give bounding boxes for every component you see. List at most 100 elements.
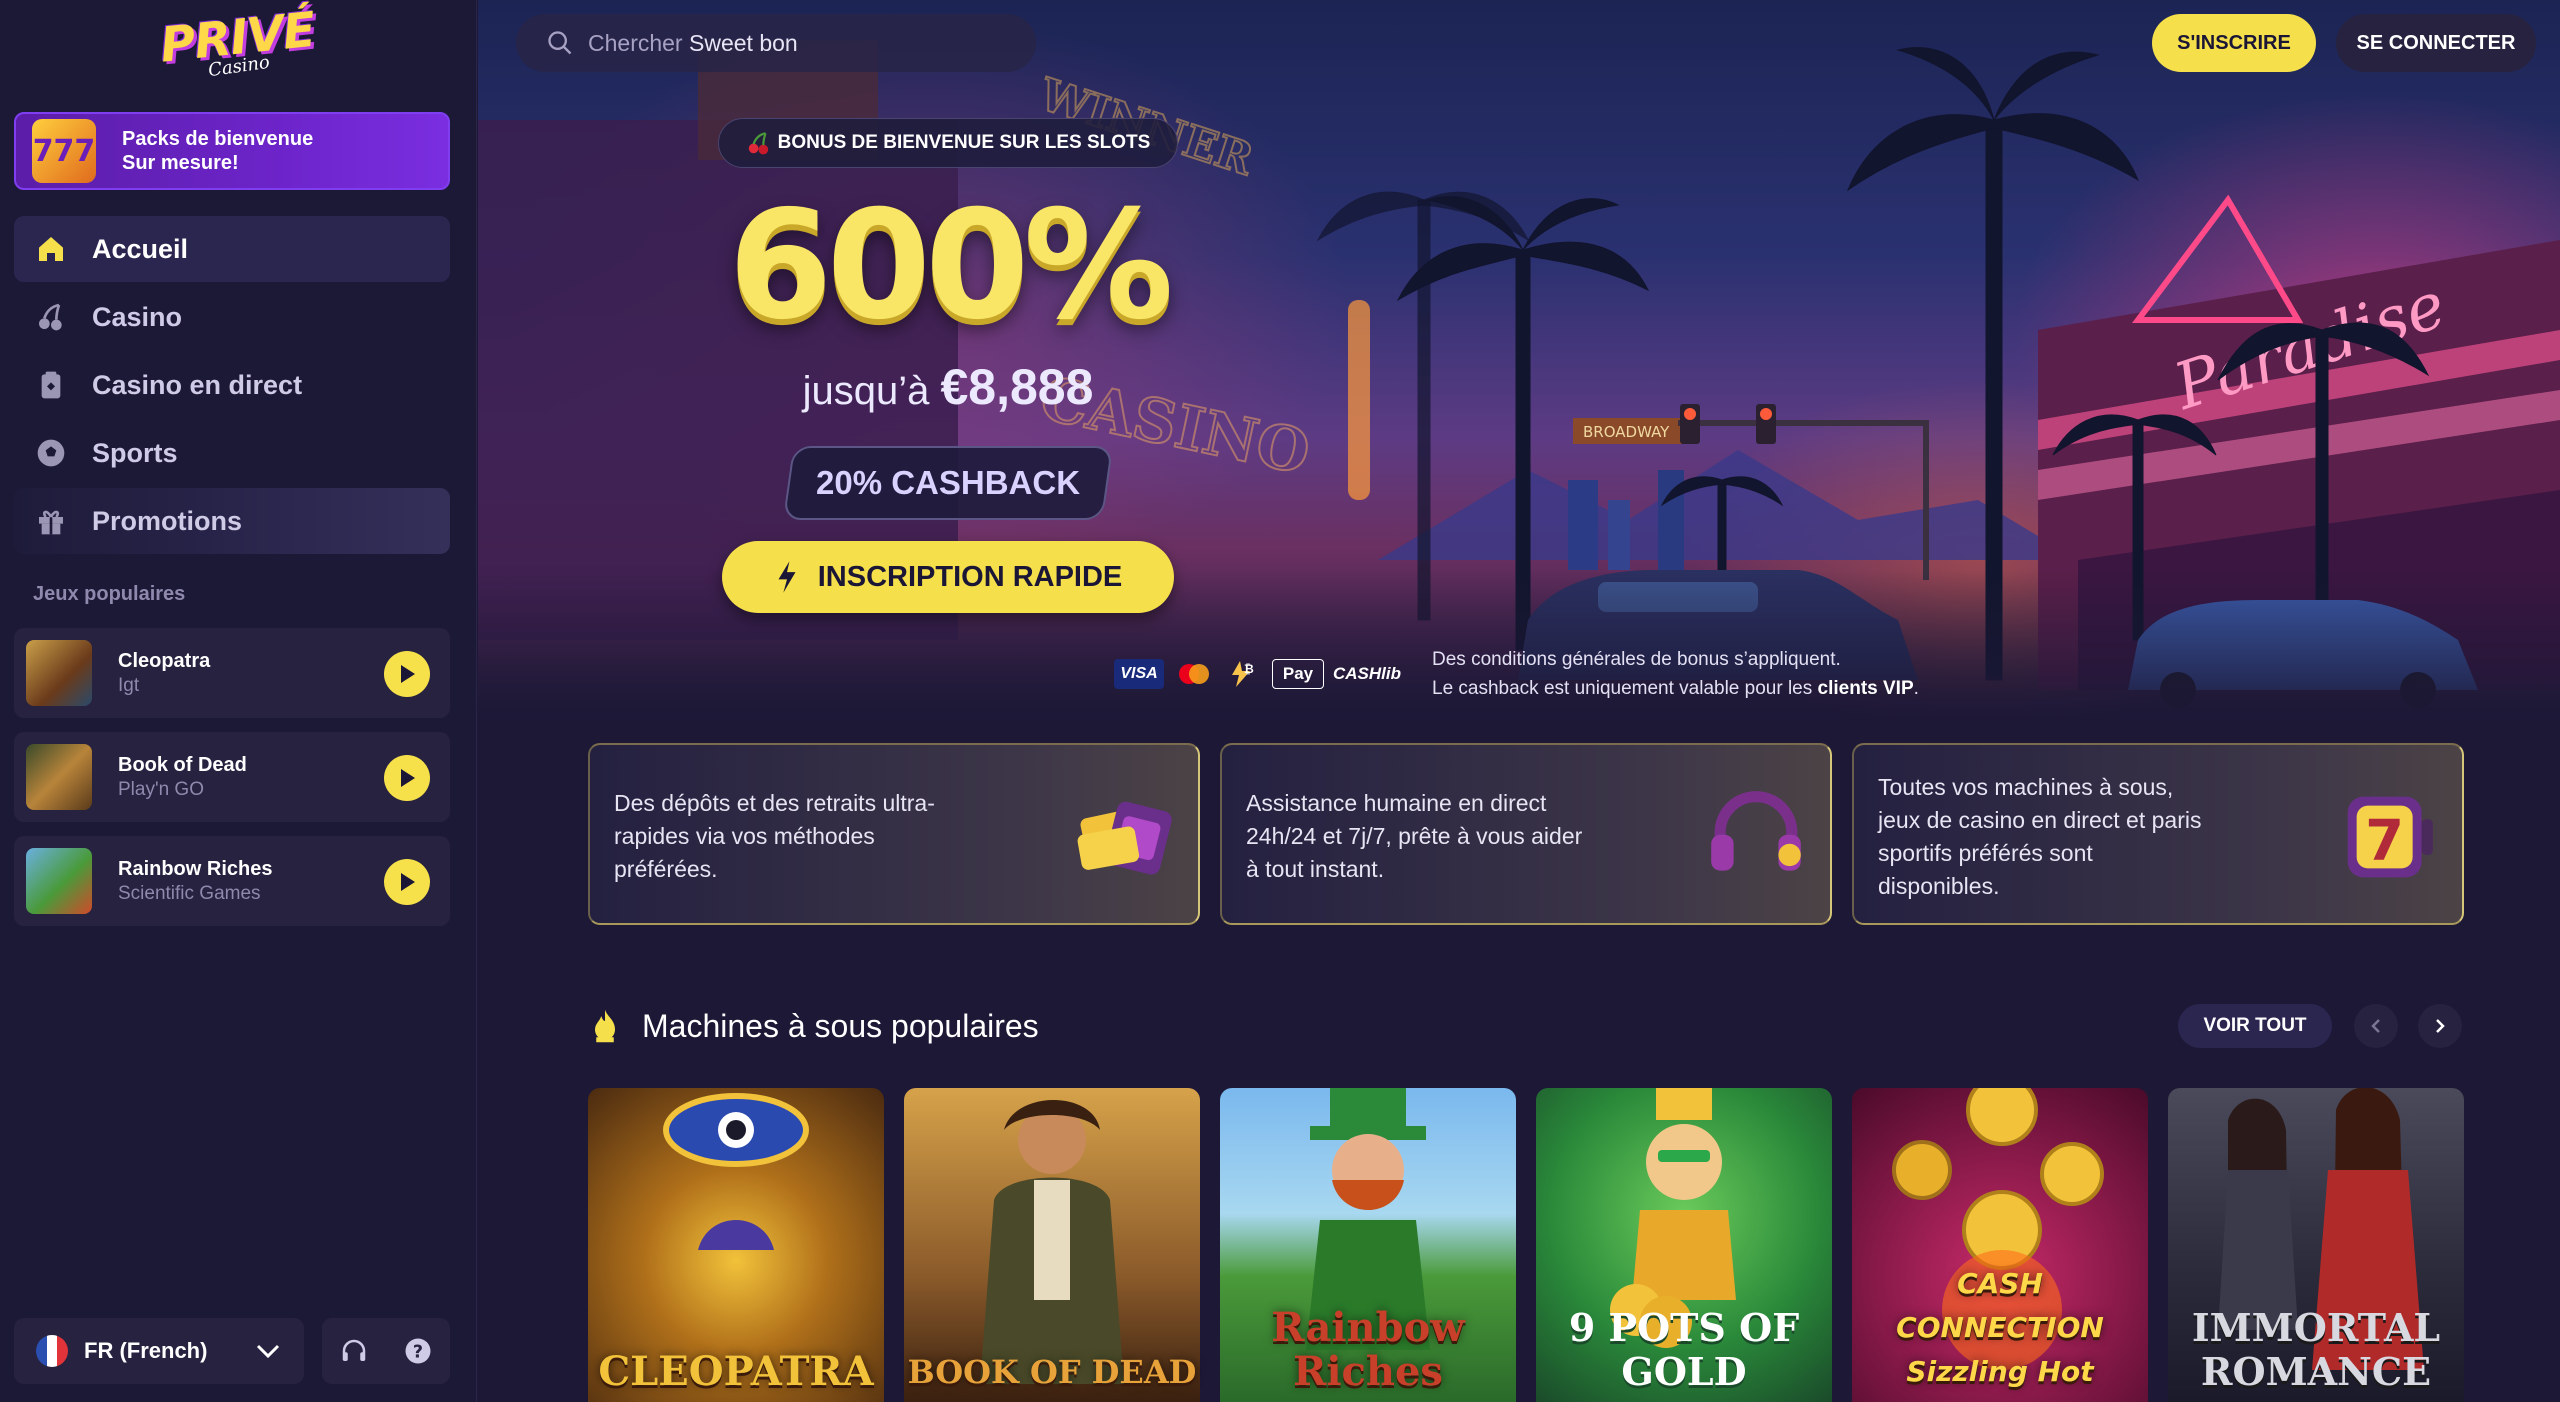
cashback-badge: 20% CASHBACK (782, 446, 1114, 520)
play-icon (401, 769, 415, 787)
slot-title: CASH CONNECTION Sizzling Hot (1896, 1267, 2104, 1388)
quick-signup-label: INSCRIPTION RAPIDE (817, 560, 1123, 593)
headset-icon[interactable] (339, 1336, 369, 1366)
sidebar-item-label: Promotions (92, 505, 243, 536)
sidebar: PRIVÉ Casino 777 Packs de bienvenue Sur … (0, 0, 477, 1402)
game-name: Book of Dead (118, 754, 247, 776)
list-item[interactable]: Cleopatra Igt (14, 628, 450, 718)
soccer-ball-icon (34, 436, 68, 470)
terms-line-2-suffix: . (1913, 678, 1919, 699)
seven-slot-icon: 7 (2347, 796, 2433, 878)
search-icon (548, 31, 572, 55)
play-button[interactable] (384, 651, 430, 697)
feature-card-support: Assistance humaine en direct 24h/24 et 7… (1220, 743, 1832, 925)
bitcoin-icon: ₿ (1224, 659, 1262, 689)
wallet-card-icon (1077, 801, 1172, 875)
slot-carousel: CLEOPATRA BOOK OF DEAD Rainbow Riches 9 … (588, 1070, 2464, 1402)
slot-title: 9 POTS OF GOLD (1568, 1305, 1800, 1394)
slot-title: IMMORTAL ROMANCE (2191, 1305, 2441, 1394)
brand-logo[interactable]: PRIVÉ Casino (157, 2, 317, 81)
terms-line-1: Des conditions générales de bonus s’appl… (1432, 649, 1841, 670)
search-placeholder: Chercher (588, 29, 683, 56)
play-icon (401, 873, 415, 891)
live-cards-icon (34, 368, 68, 402)
slot-title: CLEOPATRA (598, 1348, 874, 1395)
login-button[interactable]: SE CONNECTER (2336, 14, 2536, 72)
game-name: Cleopatra (118, 650, 211, 672)
play-icon (401, 665, 415, 683)
game-thumbnail (26, 744, 92, 810)
play-button[interactable] (384, 859, 430, 905)
signup-button[interactable]: S'INSCRIRE (2152, 14, 2316, 72)
cashback-text: 20% CASHBACK (815, 464, 1081, 501)
sidebar-item-label: Casino (92, 301, 183, 332)
slot-card[interactable]: Rainbow Riches (1220, 1088, 1516, 1402)
slot-card[interactable]: CLEOPATRA (588, 1088, 884, 1402)
headset-icon (1711, 791, 1801, 871)
chevron-left-icon (2371, 1019, 2380, 1033)
play-button[interactable] (384, 755, 430, 801)
chevron-right-icon (2436, 1019, 2445, 1033)
welcome-packs-banner[interactable]: 777 Packs de bienvenue Sur mesure! (14, 112, 450, 190)
see-all-button[interactable]: VOIR TOUT (2178, 1004, 2332, 1048)
apple-pay-icon: Pay (1272, 659, 1324, 689)
bonus-pill: BONUS DE BIENVENUE SUR LES SLOTS (718, 118, 1178, 168)
carousel-next-button[interactable] (2418, 1004, 2462, 1048)
france-flag-icon (36, 1335, 68, 1367)
gift-icon (34, 504, 68, 538)
cashlib-icon: CASHlib (1333, 664, 1401, 683)
footer-buttons: ? (322, 1318, 450, 1384)
game-provider: Igt (118, 675, 140, 696)
slot-title: Rainbow Riches (1271, 1304, 1465, 1395)
game-thumbnail (26, 640, 92, 706)
bonus-terms: Des conditions générales de bonus s’appl… (1432, 645, 1919, 703)
game-info: Rainbow Riches Scientific Games (118, 856, 272, 906)
feature-text: Assistance humaine en direct 24h/24 et 7… (1246, 790, 1583, 882)
search-input[interactable]: Chercher Sweet bon (516, 14, 1036, 72)
language-selector[interactable]: FR (French) (14, 1318, 304, 1384)
bonus-pill-text: BONUS DE BIENVENUE SUR LES SLOTS (777, 132, 1151, 153)
welcome-packs-title: Packs de bienvenue (122, 128, 314, 150)
sidebar-item-live-casino[interactable]: Casino en direct (14, 352, 450, 418)
visa-icon: VISA (1114, 659, 1164, 689)
help-icon[interactable]: ? (403, 1336, 433, 1366)
welcome-packs-subtitle: Sur mesure! (122, 152, 239, 174)
sidebar-item-accueil[interactable]: Accueil (14, 216, 450, 282)
search-text: Chercher Sweet bon (588, 30, 798, 57)
sidebar-item-sports[interactable]: Sports (14, 420, 450, 486)
carousel-prev-button[interactable] (2354, 1004, 2398, 1048)
slot-card[interactable]: 9 POTS OF GOLD (1536, 1088, 1832, 1402)
game-info: Cleopatra Igt (118, 648, 210, 698)
terms-vip-link[interactable]: clients VIP (1818, 678, 1914, 699)
popular-games-heading: Jeux populaires (33, 583, 186, 605)
sidebar-item-promotions[interactable]: Promotions (14, 488, 450, 554)
game-name: Rainbow Riches (118, 858, 273, 880)
bonus-upto-prefix: jusqu’à (802, 369, 930, 413)
quick-signup-button[interactable]: INSCRIPTION RAPIDE (722, 541, 1174, 613)
topbar: Chercher Sweet bon S'INSCRIRE SE CONNECT… (478, 0, 2560, 86)
slot-card[interactable]: BOOK OF DEAD (904, 1088, 1200, 1402)
feature-card-games: Toutes vos machines à sous, jeux de casi… (1852, 743, 2464, 925)
popular-slots-title: Machines à sous populaires (642, 1007, 1039, 1044)
home-icon (34, 232, 68, 266)
sidebar-footer: FR (French) ? (14, 1318, 450, 1384)
list-item[interactable]: Rainbow Riches Scientific Games (14, 836, 450, 926)
bonus-percentage: 600% (728, 179, 1173, 353)
terms-line-2: Le cashback est uniquement valable pour … (1432, 674, 1919, 703)
game-info: Book of Dead Play'n GO (118, 752, 247, 802)
svg-text:7: 7 (2365, 808, 2404, 873)
terms-line-2-prefix: Le cashback est uniquement valable pour … (1432, 678, 1813, 699)
sidebar-item-casino[interactable]: Casino (14, 284, 450, 350)
popular-slots-heading: Machines à sous populaires (590, 1004, 1039, 1048)
feature-card-payments: Des dépôts et des retraits ultra-rapides… (588, 743, 1200, 925)
game-thumbnail (26, 848, 92, 914)
list-item[interactable]: Book of Dead Play'n GO (14, 732, 450, 822)
game-provider: Play'n GO (118, 779, 204, 800)
slot-card[interactable]: CASH CONNECTION Sizzling Hot (1852, 1088, 2148, 1402)
777-slot-icon: 777 (32, 119, 96, 183)
feature-text: Des dépôts et des retraits ultra-rapides… (614, 790, 935, 882)
cherry-icon (34, 300, 68, 334)
slot-card[interactable]: IMMORTAL ROMANCE (2168, 1088, 2464, 1402)
slot-title: BOOK OF DEAD (907, 1353, 1197, 1391)
payment-methods: VISA ₿ Pay CASHlib (1114, 654, 1410, 694)
